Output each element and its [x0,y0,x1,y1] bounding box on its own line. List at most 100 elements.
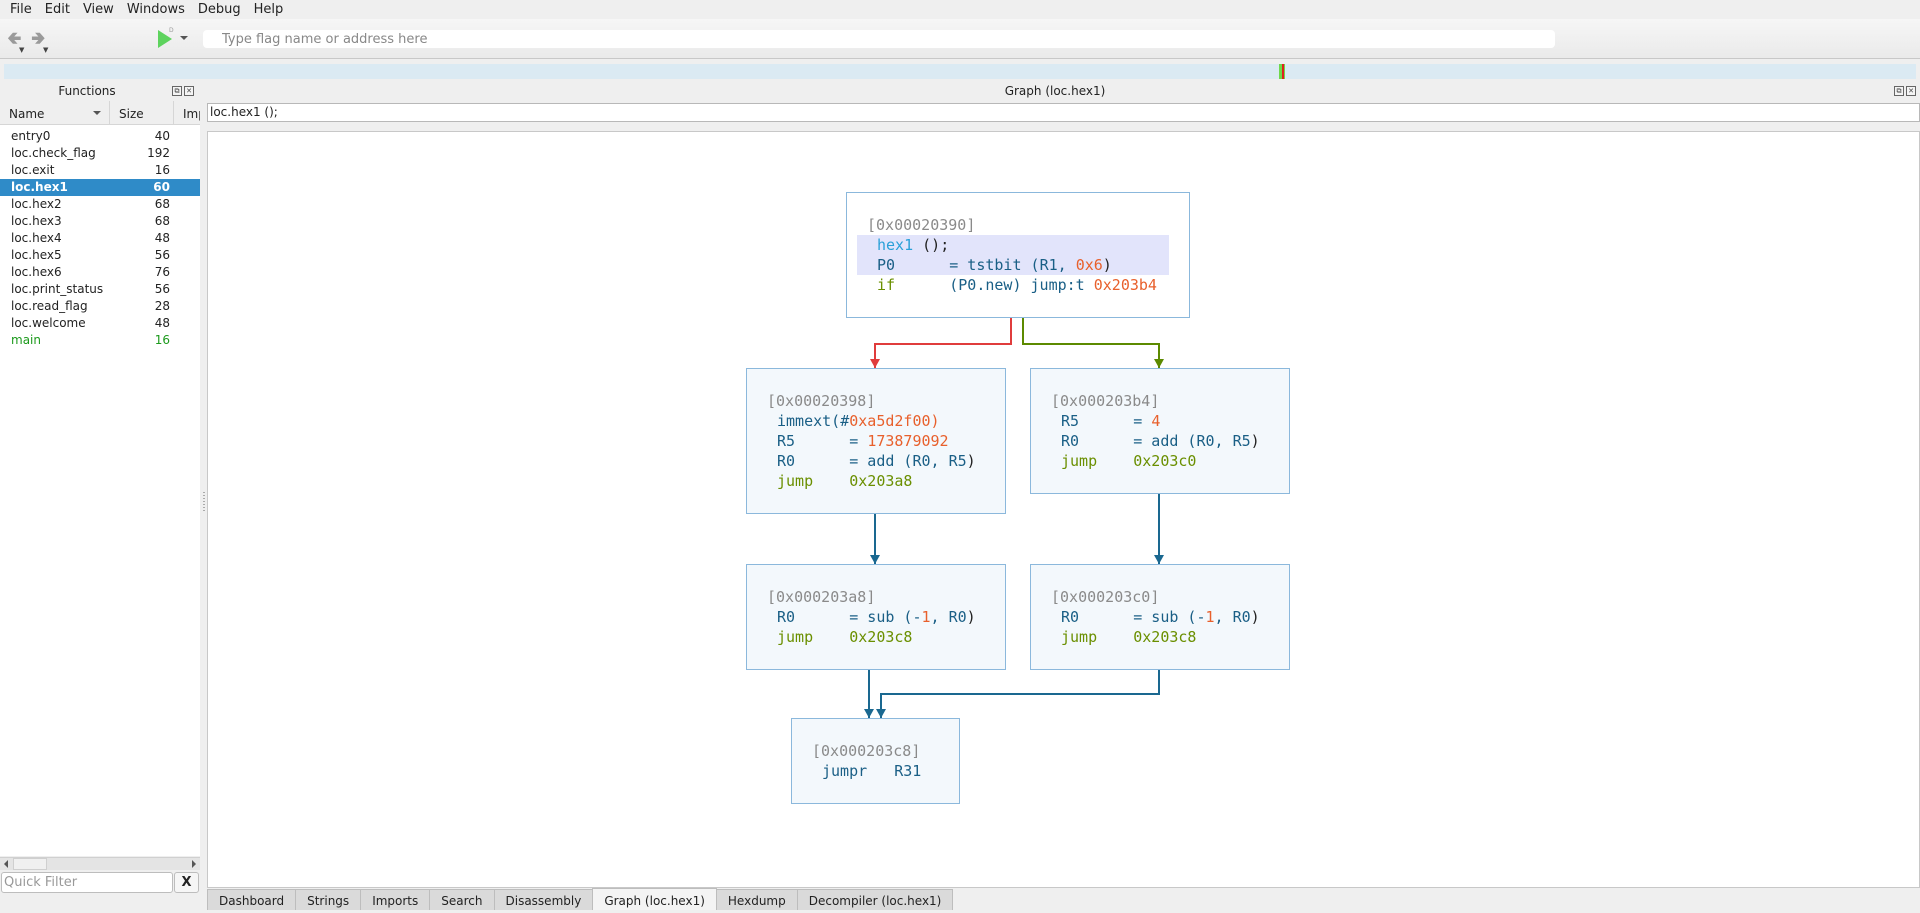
menu-edit[interactable]: Edit [39,2,77,17]
menu-windows[interactable]: Windows [121,2,192,17]
menu-file[interactable]: File [4,2,39,17]
instruction-line[interactable]: R5 = 4 [1051,411,1289,431]
function-row[interactable]: loc.hex1 60 [0,179,200,196]
function-row[interactable]: loc.print_status 56 [0,281,200,298]
token-reg: R0 [777,452,796,470]
token-reg: immext(# [777,412,850,430]
instruction-line[interactable]: R0 = add (R0, R5) [1051,431,1289,451]
menu-debug[interactable]: Debug [192,2,248,17]
forward-button[interactable]: 🢂 ▼ [31,29,53,55]
float-icon[interactable]: ⧉ [172,86,182,96]
function-row[interactable]: loc.hex3 68 [0,213,200,230]
block-address: [0x00020398] [767,392,876,410]
graph-panel-title: Graph (loc.hex1) [1004,84,1106,98]
instruction-line[interactable]: hex1 (); [857,235,1169,255]
functions-hscrollbar[interactable] [0,857,200,870]
token-reg: , R0 [930,608,967,626]
function-size: 68 [154,214,170,228]
quick-filter-input[interactable] [1,872,173,893]
function-size: 192 [147,146,170,160]
basic-block[interactable]: [0x000203c8] jumpr R31 [791,718,960,804]
instruction-line[interactable]: immext(#0xa5d2f00) [767,411,1005,431]
function-row[interactable]: loc.exit 16 [0,162,200,179]
function-row[interactable]: entry0 40 [0,128,200,145]
block-address: [0x000203c0] [1051,588,1160,606]
token-reg: R5 [1061,412,1080,430]
token-kw: if [877,276,896,294]
function-row[interactable]: loc.hex2 68 [0,196,200,213]
float-icon[interactable]: ⧉ [1894,86,1904,96]
flag-search-input[interactable] [203,30,1555,48]
basic-block[interactable]: [0x000203b4] R5 = 4 R0 = add (R0, R5) jump … [1030,368,1290,494]
tab-imports[interactable]: Imports [360,889,431,910]
scroll-left-icon[interactable] [4,860,8,868]
tab-dashboard[interactable]: Dashboard [207,889,297,910]
column-name[interactable]: Name [0,101,110,125]
instruction-line[interactable]: jump 0x203a8 [767,471,1005,491]
token-reg: R0, R5 [912,452,967,470]
token-num: 0x203b4 [1093,276,1157,294]
token-reg: = sub ( [1133,608,1197,626]
edge-jump-arrowhead [870,555,880,564]
function-name: loc.exit [11,163,55,177]
scroll-right-icon[interactable] [192,860,196,868]
function-size: 68 [154,197,170,211]
basic-block[interactable]: [0x00020390] hex1 (); P0 = tstbit (R1, 0x6… [846,192,1190,318]
sort-desc-icon [93,111,101,115]
instruction-line[interactable]: R0 = add (R0, R5) [767,451,1005,471]
functions-panel-title: Functions [58,84,116,98]
function-row[interactable]: loc.hex5 56 [0,247,200,264]
token-reg: R31 [894,762,922,780]
menu-help[interactable]: Help [248,2,291,17]
clear-filter-button[interactable]: X [174,872,199,893]
instruction-line[interactable]: P0 = tstbit (R1, 0x6) [857,255,1169,275]
basic-block[interactable]: [0x00020398] immext(#0xa5d2f00) R5 = 17387… [746,368,1006,514]
function-row[interactable]: loc.hex4 48 [0,230,200,247]
token-num: 1 [1205,608,1215,626]
tab-strings[interactable]: Strings [295,889,362,910]
debug-badge-icon: D [169,27,174,34]
tab-search[interactable]: Search [429,889,495,910]
function-name: loc.hex4 [11,231,62,245]
close-icon[interactable]: ✕ [1906,86,1916,96]
scroll-thumb[interactable] [13,858,47,870]
token-reg: R0 [777,608,796,626]
function-row[interactable]: loc.welcome 48 [0,315,200,332]
function-row[interactable]: loc.hex6 76 [0,264,200,281]
token-kw: jump [777,472,814,490]
basic-block[interactable]: [0x000203c0] R0 = sub (-1, R0) jump 0x203c… [1030,564,1290,670]
edge-jump-arrowhead [876,709,886,718]
instruction-line[interactable]: jumpr R31 [812,761,959,781]
function-name: loc.hex3 [11,214,62,228]
back-button[interactable]: 🢀 ▼ [7,29,29,55]
menu-view[interactable]: View [77,2,121,17]
instruction-line[interactable]: jump 0x203c8 [767,627,1005,647]
run-dropdown-button[interactable] [180,36,188,40]
tab-graph-loc-hex1[interactable]: Graph (loc.hex1) [592,888,717,910]
edge-false [874,318,1012,368]
instruction-line[interactable]: R0 = sub (-1, R0) [1051,607,1289,627]
instruction-line[interactable]: R5 = 173879092 [767,431,1005,451]
function-row[interactable]: main 16 [0,332,200,349]
instruction-line[interactable]: jump 0x203c8 [1051,627,1289,647]
tab-hexdump[interactable]: Hexdump [715,889,798,910]
panel-splitter[interactable] [203,492,205,512]
function-row[interactable]: loc.read_flag 28 [0,298,200,315]
instruction-line[interactable]: jump 0x203c0 [1051,451,1289,471]
basic-block[interactable]: [0x000203a8] R0 = sub (-1, R0) jump 0x203c… [746,564,1006,670]
functions-list: entry0 40 loc.check_flag 192 loc.exit 16 loc.h… [0,128,200,349]
close-icon[interactable]: ✕ [184,86,194,96]
token-kw: jump [1061,452,1098,470]
instruction-line[interactable]: if (P0.new) jump:t 0x203b4 [867,275,1189,295]
column-imp[interactable]: Imp [174,101,200,125]
tab-disassembly[interactable]: Disassembly [493,889,594,910]
address-navbar[interactable] [4,64,1916,79]
tab-decompiler-loc-hex1[interactable]: Decompiler (loc.hex1) [796,889,954,910]
graph-canvas[interactable]: [0x00020390] hex1 (); P0 = tstbit (R1, 0x6… [207,131,1920,888]
function-name: loc.check_flag [11,146,96,160]
instruction-line[interactable]: R0 = sub (-1, R0) [767,607,1005,627]
column-size[interactable]: Size [110,101,174,125]
function-row[interactable]: loc.check_flag 192 [0,145,200,162]
